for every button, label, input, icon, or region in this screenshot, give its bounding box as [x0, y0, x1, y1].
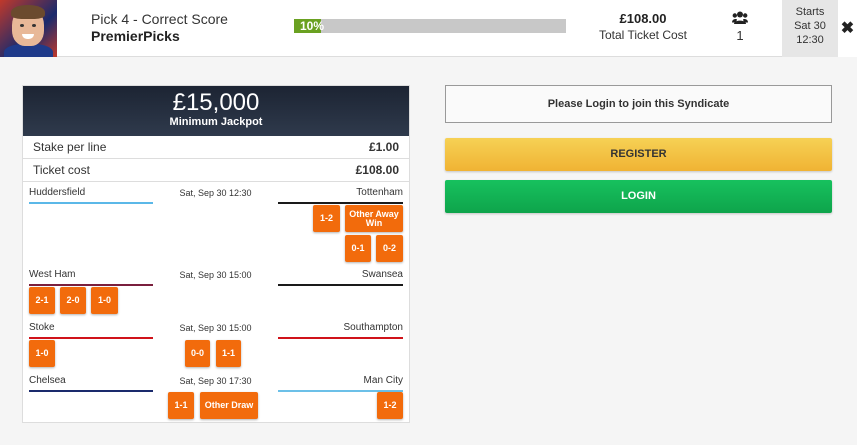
login-button[interactable]: LOGIN: [445, 180, 832, 213]
pick-chip[interactable]: Other Away Win: [345, 205, 403, 232]
away-team: Swansea: [278, 269, 403, 286]
ticket-cost-row: Ticket cost £108.00: [23, 159, 409, 182]
login-prompt: Please Login to join this Syndicate: [445, 85, 832, 123]
away-team: Tottenham: [278, 187, 403, 204]
pick-chip[interactable]: 1-0: [91, 287, 118, 314]
ticket-cost-label: Ticket cost: [33, 163, 90, 177]
away-team: Man City: [278, 375, 403, 392]
total-ticket-cost-value: £108.00: [619, 11, 667, 26]
syndicate-header: Pick 4 - Correct Score PremierPicks 10% …: [0, 0, 857, 57]
kickoff-time: Sat, Sep 30 15:00: [179, 270, 252, 280]
pick-chip[interactable]: 1-0: [29, 340, 55, 367]
jackpot-amount: £15,000: [172, 89, 260, 116]
jackpot-banner: £15,000 Minimum Jackpot: [23, 86, 409, 136]
stake-row: Stake per line £1.00: [23, 136, 409, 159]
pick-chip[interactable]: 0-0: [185, 340, 210, 367]
register-button[interactable]: REGISTER: [445, 138, 832, 171]
start-time-box: Starts Sat 30 12:30: [782, 0, 838, 57]
kickoff-time: Sat, Sep 30 15:00: [179, 323, 252, 333]
total-ticket-cost-label: Total Ticket Cost: [598, 28, 688, 42]
members-icon: [732, 11, 748, 24]
away-team: Southampton: [278, 322, 403, 339]
pick-chip[interactable]: 1-2: [313, 205, 340, 232]
pick-chip[interactable]: 2-1: [29, 287, 55, 314]
jackpot-label: Minimum Jackpot: [169, 116, 263, 128]
starts-day: Sat 30: [794, 20, 826, 32]
members-count: 1: [736, 28, 744, 43]
ticket-cost-value: £108.00: [355, 163, 399, 177]
home-team: Huddersfield: [29, 187, 153, 204]
home-team: Stoke: [29, 322, 153, 339]
pick-chip[interactable]: 2-0: [60, 287, 86, 314]
kickoff-time: Sat, Sep 30 12:30: [179, 188, 252, 198]
stake-label: Stake per line: [33, 140, 107, 154]
progress-label: 10%: [300, 19, 325, 33]
pick-chip[interactable]: Other Draw: [200, 392, 258, 419]
starts-label: Starts: [795, 6, 825, 18]
close-icon[interactable]: ✖: [838, 0, 857, 57]
syndicate-fill-progress: 10%: [294, 19, 566, 33]
home-team: Chelsea: [29, 375, 153, 392]
pick-chip[interactable]: 1-1: [168, 392, 194, 419]
game-title: Pick 4 - Correct Score: [91, 11, 228, 27]
pick-chip[interactable]: 1-2: [377, 392, 403, 419]
syndicate-avatar: [0, 0, 57, 57]
ticket-card: £15,000 Minimum Jackpot Stake per line £…: [22, 85, 410, 423]
home-team: West Ham: [29, 269, 153, 286]
pick-chip[interactable]: 1-1: [216, 340, 241, 367]
starts-time: 12:30: [796, 34, 824, 46]
syndicate-name: PremierPicks: [91, 28, 180, 44]
stake-value: £1.00: [368, 140, 399, 154]
pick-chip[interactable]: 0-2: [376, 235, 403, 262]
pick-chip[interactable]: 0-1: [345, 235, 371, 262]
kickoff-time: Sat, Sep 30 17:30: [179, 376, 252, 386]
